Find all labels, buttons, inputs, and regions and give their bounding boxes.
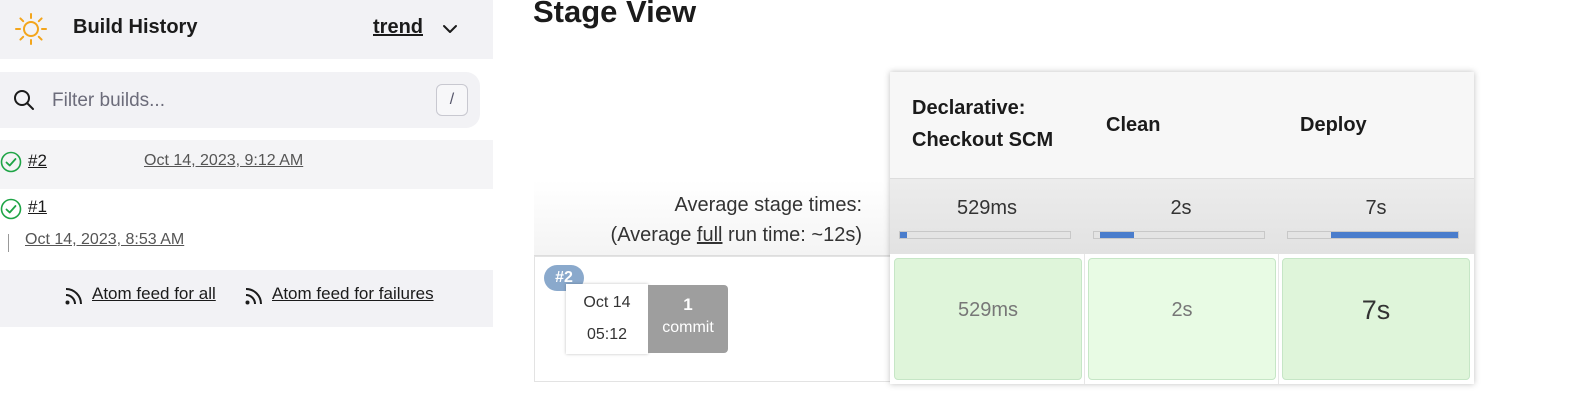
stage-name-line1: Declarative: <box>912 97 1026 119</box>
stage-column-deploy: Deploy 7s 7s <box>1278 72 1474 384</box>
commit-count: 1 <box>683 295 693 314</box>
atom-feed-all-link[interactable]: Atom feed for all <box>92 284 216 304</box>
stage-average-cell: 7s <box>1278 178 1474 254</box>
stage-name-line1: Deploy <box>1300 114 1367 136</box>
commit-count-button[interactable]: 1 commit <box>648 285 728 353</box>
build-number-link[interactable]: #2 <box>28 151 47 171</box>
build-date-link[interactable]: Oct 14, 2023, 8:53 AM <box>25 231 184 249</box>
build-number-link[interactable]: #1 <box>28 197 47 217</box>
stage-run-time: 529ms <box>957 299 1019 321</box>
run-time: 05:12 <box>586 326 628 343</box>
divider <box>8 234 9 252</box>
avg-full-run-time-label: (Average full run time: ~12s) <box>611 224 862 247</box>
search-icon <box>14 90 34 110</box>
rss-feed-icon <box>245 288 262 305</box>
run-date-box: Oct 14 05:12 <box>566 284 648 354</box>
atom-feeds: Atom feed for all Atom feed for failures <box>0 270 493 327</box>
chevron-down-icon[interactable] <box>441 20 459 38</box>
stage-view-title: Stage View <box>533 0 697 29</box>
success-check-icon <box>0 198 22 220</box>
stage-average-time: 2s <box>1170 197 1192 219</box>
stage-average-bar-fill <box>1330 232 1458 238</box>
stage-average-bar-fill <box>1100 232 1134 238</box>
sun-weather-icon <box>15 13 47 45</box>
avg-run-prefix: (Average <box>610 224 697 246</box>
build-history-header: Build History trend <box>0 0 493 59</box>
stage-average-time: 529ms <box>956 197 1018 219</box>
stage-average-cell: 2s <box>1084 178 1278 254</box>
keyboard-shortcut-hint: / <box>436 84 468 116</box>
stage-average-bar <box>1287 231 1459 239</box>
stage-header: Declarative: Checkout SCM <box>890 72 1084 178</box>
stage-run-cell[interactable]: 2s <box>1088 258 1276 380</box>
stage-average-time: 7s <box>1365 197 1387 219</box>
rss-feed-icon <box>65 288 82 305</box>
build-row-1[interactable]: #1 Oct 14, 2023, 8:53 AM <box>0 189 493 269</box>
stage-run-cell[interactable]: 7s <box>1282 258 1470 380</box>
stage-run-time: 7s <box>1361 295 1391 325</box>
run-date: Oct 14 <box>583 294 631 311</box>
commit-word: commit <box>662 319 714 336</box>
success-check-icon <box>0 151 22 173</box>
stage-column-checkout: Declarative: Checkout SCM 529ms 529ms <box>890 72 1085 384</box>
stage-name-line2: Checkout SCM <box>912 129 1054 151</box>
stage-name-line1: Clean <box>1106 114 1161 136</box>
stage-column-clean: Clean 2s 2s <box>1084 72 1279 384</box>
stage-header: Clean <box>1084 72 1278 178</box>
average-times-label-area: Average stage times: (Average full run t… <box>534 180 892 256</box>
trend-link[interactable]: trend <box>373 16 423 39</box>
filter-builds-search: / <box>0 72 480 128</box>
stage-average-cell: 529ms <box>890 178 1084 254</box>
stage-average-bar-fill <box>900 232 907 238</box>
atom-feed-failures-link[interactable]: Atom feed for failures <box>272 284 434 304</box>
build-date-link[interactable]: Oct 14, 2023, 9:12 AM <box>144 152 303 170</box>
stage-average-bar <box>1093 231 1265 239</box>
build-history-title: Build History <box>73 16 198 38</box>
stage-run-time: 2s <box>1171 299 1193 321</box>
stage-average-bar <box>899 231 1071 239</box>
full-run-link[interactable]: full <box>697 224 723 246</box>
avg-run-suffix: run time: ~12s) <box>722 224 862 246</box>
stage-header: Deploy <box>1278 72 1474 178</box>
stage-run-cell[interactable]: 529ms <box>894 258 1082 380</box>
filter-builds-input[interactable] <box>50 86 414 116</box>
avg-stage-times-label: Average stage times: <box>674 194 862 216</box>
build-row-2[interactable]: #2 Oct 14, 2023, 9:12 AM <box>0 140 493 189</box>
stage-grid: Declarative: Checkout SCM 529ms 529ms Cl… <box>890 72 1474 384</box>
